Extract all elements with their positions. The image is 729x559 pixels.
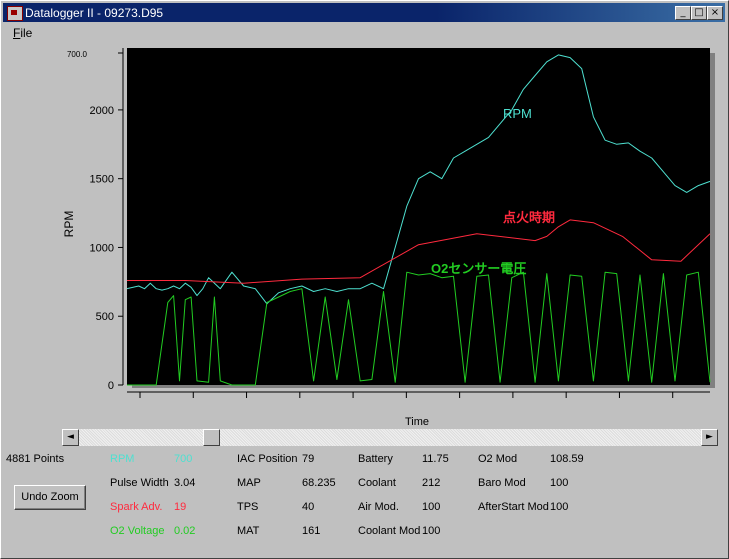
undo-zoom-button[interactable]: Undo Zoom	[14, 485, 86, 510]
col3-coolant-label: Coolant	[358, 477, 396, 489]
window-title: Datalogger II - 09273.D95	[25, 6, 164, 20]
time-scrollbar[interactable]: ◄ ►	[62, 429, 718, 446]
spark-series-label: 点火時期	[503, 210, 555, 225]
y-tick-label: 1500	[90, 174, 114, 186]
rpm-chart[interactable]: 0500100015002000700.0 RPM Time RPM 点火時期 …	[3, 41, 725, 431]
col1-o2-voltage-label: O2 Voltage	[110, 525, 165, 537]
col1-o2-voltage-value: 0.02	[174, 525, 196, 537]
col2-map-label: MAP	[237, 477, 261, 489]
menu-file-rest: ile	[20, 26, 33, 40]
y-tick-label: 0	[108, 380, 114, 392]
close-button[interactable]: ×	[707, 6, 723, 20]
col2-iac-position-value: 79	[302, 453, 315, 465]
x-axis-label: Time	[405, 416, 429, 428]
menu-bar: File	[3, 23, 725, 41]
col2-tps-value: 40	[302, 501, 315, 513]
y-tick-label: 1000	[90, 242, 114, 254]
col3-air-mod-label: Air Mod.	[358, 501, 399, 513]
title-bar[interactable]: Datalogger II - 09273.D95 _ □ ×	[3, 3, 725, 22]
col4-o2-mod-value: 108.59	[550, 453, 584, 465]
col1-spark-adv-value: 19	[174, 501, 187, 513]
col2-mat-value: 161	[302, 525, 321, 537]
app-icon	[7, 6, 23, 21]
y-tick-label: 2000	[90, 105, 114, 117]
col1-rpm-label: RPM	[110, 453, 135, 465]
minimize-button[interactable]: _	[675, 6, 691, 20]
col4-o2-mod-label: O2 Mod	[478, 453, 518, 465]
col2-map-value: 68.235	[302, 477, 336, 489]
col3-coolant-mod-value: 100	[422, 525, 441, 537]
points-count: 4881 Points	[6, 453, 65, 465]
col3-coolant-mod-label: Coolant Mod	[358, 525, 421, 537]
col1-spark-adv-label: Spark Adv.	[110, 501, 163, 513]
y-tick-label: 500	[96, 311, 114, 323]
x-axis	[139, 392, 674, 398]
col4-afterstart-mod-value: 100	[550, 501, 569, 513]
col3-battery-label: Battery	[358, 453, 393, 465]
col3-battery-value: 11.75	[422, 453, 449, 465]
o2-series-label: O2センサー電圧	[431, 261, 526, 276]
scroll-thumb[interactable]	[203, 429, 221, 446]
col3-coolant-value: 212	[422, 477, 441, 489]
y-axis-label: RPM	[62, 211, 76, 238]
chart-area: 0 500 1000 1500 2000 700.0 RPM Time RPM 点火時期 …	[3, 41, 725, 431]
col3-air-mod-value: 100	[422, 501, 441, 513]
col4-afterstart-mod-label: AfterStart Mod	[478, 501, 549, 513]
y-top-label: 700.0	[67, 50, 88, 59]
col1-rpm-value: 700	[174, 453, 193, 465]
col2-iac-position-label: IAC Position	[237, 453, 298, 465]
scroll-right-button[interactable]: ►	[701, 429, 718, 446]
menu-file[interactable]: File	[13, 26, 32, 40]
plot-background[interactable]	[127, 48, 710, 385]
col2-mat-label: MAT	[237, 525, 260, 537]
col4-baro-mod-value: 100	[550, 477, 569, 489]
maximize-button[interactable]: □	[691, 6, 707, 20]
col2-tps-label: TPS	[237, 501, 259, 513]
rpm-series-label: RPM	[503, 106, 532, 121]
scroll-left-button[interactable]: ◄	[62, 429, 79, 446]
col4-baro-mod-label: Baro Mod	[478, 477, 526, 489]
datalogger-window: Datalogger II - 09273.D95 _ □ × File 0 50…	[0, 0, 729, 559]
col1-pulse-width-label: Pulse Width	[110, 477, 169, 489]
col1-pulse-width-value: 3.04	[174, 477, 196, 489]
